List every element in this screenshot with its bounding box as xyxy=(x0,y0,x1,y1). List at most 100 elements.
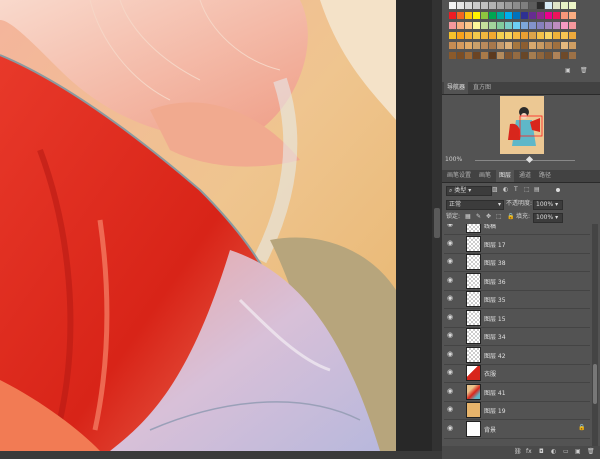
color-swatch[interactable] xyxy=(465,2,472,9)
color-swatch[interactable] xyxy=(521,52,528,59)
lock-all-icon[interactable]: 🔒 xyxy=(507,213,514,221)
new-layer-icon[interactable]: ▣ xyxy=(575,448,581,456)
color-swatch[interactable] xyxy=(465,22,472,29)
color-swatch[interactable] xyxy=(537,32,544,39)
color-swatch[interactable] xyxy=(553,42,560,49)
color-swatch[interactable] xyxy=(465,52,472,59)
layer-name[interactable]: 图层 34 xyxy=(484,332,506,341)
color-swatch[interactable] xyxy=(561,2,568,9)
eye-icon[interactable]: ◉ xyxy=(447,350,455,358)
tab-layers-panel-4[interactable]: 路径 xyxy=(536,170,554,182)
color-swatch[interactable] xyxy=(561,42,568,49)
color-swatch[interactable] xyxy=(489,22,496,29)
color-swatch[interactable] xyxy=(545,32,552,39)
color-swatch[interactable] xyxy=(489,2,496,9)
fill-input[interactable]: 100% ▾ xyxy=(533,213,563,223)
color-swatch[interactable] xyxy=(513,22,520,29)
color-swatch[interactable] xyxy=(569,2,576,9)
eye-icon[interactable]: ◉ xyxy=(447,387,455,395)
layer-name[interactable]: 图层 35 xyxy=(484,295,506,304)
color-swatch[interactable] xyxy=(553,2,560,9)
color-swatch[interactable] xyxy=(449,12,456,19)
color-swatch[interactable] xyxy=(473,52,480,59)
color-swatch[interactable] xyxy=(457,2,464,9)
color-swatch[interactable] xyxy=(537,2,544,9)
color-swatch[interactable] xyxy=(497,42,504,49)
layer-row[interactable]: ◉ 图层 35 xyxy=(444,289,590,309)
layer-row[interactable]: ◉ 图层 36 xyxy=(444,271,590,291)
document-canvas[interactable] xyxy=(0,0,396,451)
eye-icon[interactable]: ◉ xyxy=(447,405,455,413)
delete-layer-icon[interactable]: 🗑 xyxy=(587,448,595,456)
filter-toggle-icon[interactable] xyxy=(556,188,560,192)
color-swatch[interactable] xyxy=(513,2,520,9)
color-swatch[interactable] xyxy=(529,52,536,59)
color-swatch[interactable] xyxy=(481,42,488,49)
color-swatch[interactable] xyxy=(513,42,520,49)
color-swatch[interactable] xyxy=(457,52,464,59)
color-swatch[interactable] xyxy=(537,42,544,49)
color-swatch[interactable] xyxy=(449,22,456,29)
layer-name[interactable]: 背景 xyxy=(484,425,496,434)
color-swatch[interactable] xyxy=(505,42,512,49)
tab-layers-panel-3[interactable]: 通道 xyxy=(516,170,534,182)
color-swatch[interactable] xyxy=(497,52,504,59)
color-swatch[interactable] xyxy=(529,42,536,49)
color-swatch[interactable] xyxy=(561,52,568,59)
horizontal-scrollbar[interactable] xyxy=(0,451,442,459)
swatches-grid[interactable] xyxy=(449,0,576,64)
eye-icon[interactable]: ◉ xyxy=(447,239,455,247)
tab-layers-panel-0[interactable]: 画笔设置 xyxy=(444,170,474,182)
color-swatch[interactable] xyxy=(449,32,456,39)
link-layers-icon[interactable]: ⛓ xyxy=(514,448,522,456)
color-swatch[interactable] xyxy=(545,2,552,9)
color-swatch[interactable] xyxy=(537,12,544,19)
color-swatch[interactable] xyxy=(553,52,560,59)
layers-scroll-thumb[interactable] xyxy=(593,364,597,404)
lock-paint-icon[interactable]: ✎ xyxy=(476,213,481,221)
layer-row[interactable]: ◉ 图层 19 xyxy=(444,400,590,420)
color-swatch[interactable] xyxy=(521,42,528,49)
color-swatch[interactable] xyxy=(505,22,512,29)
eye-icon[interactable]: ◉ xyxy=(447,224,455,228)
layer-row[interactable]: ◉ 图层 34 xyxy=(444,326,590,346)
color-swatch[interactable] xyxy=(569,42,576,49)
color-swatch[interactable] xyxy=(545,42,552,49)
navigator-zoom-value[interactable]: 100% xyxy=(445,156,462,164)
color-swatch[interactable] xyxy=(449,42,456,49)
tab-layers-panel-1[interactable]: 画笔 xyxy=(476,170,494,182)
color-swatch[interactable] xyxy=(473,42,480,49)
color-swatch[interactable] xyxy=(545,12,552,19)
color-swatch[interactable] xyxy=(561,32,568,39)
color-swatch[interactable] xyxy=(505,2,512,9)
filter-smart-object-icon[interactable]: ▤ xyxy=(534,186,540,194)
eye-icon[interactable]: ◉ xyxy=(447,368,455,376)
color-swatch[interactable] xyxy=(529,32,536,39)
layer-row[interactable]: ◉ 图层 42 xyxy=(444,345,590,365)
layers-scrollbar[interactable] xyxy=(592,224,598,446)
tab-navigator[interactable]: 导航器 xyxy=(444,82,469,94)
filter-adjustment-icon[interactable]: ◐ xyxy=(503,186,508,194)
color-swatch[interactable] xyxy=(449,52,456,59)
color-swatch[interactable] xyxy=(481,52,488,59)
color-swatch[interactable] xyxy=(473,12,480,19)
color-swatch[interactable] xyxy=(505,32,512,39)
color-swatch[interactable] xyxy=(449,2,456,9)
color-swatch[interactable] xyxy=(545,22,552,29)
adjustment-layer-icon[interactable]: ◐ xyxy=(551,448,556,456)
layer-name[interactable]: 图层 36 xyxy=(484,277,506,286)
eye-icon[interactable]: ◉ xyxy=(447,424,455,432)
color-swatch[interactable] xyxy=(545,52,552,59)
layer-name[interactable]: 衣服 xyxy=(484,369,496,378)
layer-row[interactable]: ◉ 图层 41 xyxy=(444,382,590,402)
lock-icon[interactable]: 🔒 xyxy=(578,424,585,432)
layer-row[interactable]: ◉ 背景 🔒 xyxy=(444,419,590,439)
add-mask-icon[interactable]: ◘ xyxy=(539,448,544,456)
color-swatch[interactable] xyxy=(489,42,496,49)
eye-icon[interactable]: ◉ xyxy=(447,294,455,302)
new-swatch-icon[interactable]: ▣ xyxy=(565,67,571,75)
color-swatch[interactable] xyxy=(465,12,472,19)
color-swatch[interactable] xyxy=(489,12,496,19)
color-swatch[interactable] xyxy=(569,12,576,19)
color-swatch[interactable] xyxy=(489,52,496,59)
